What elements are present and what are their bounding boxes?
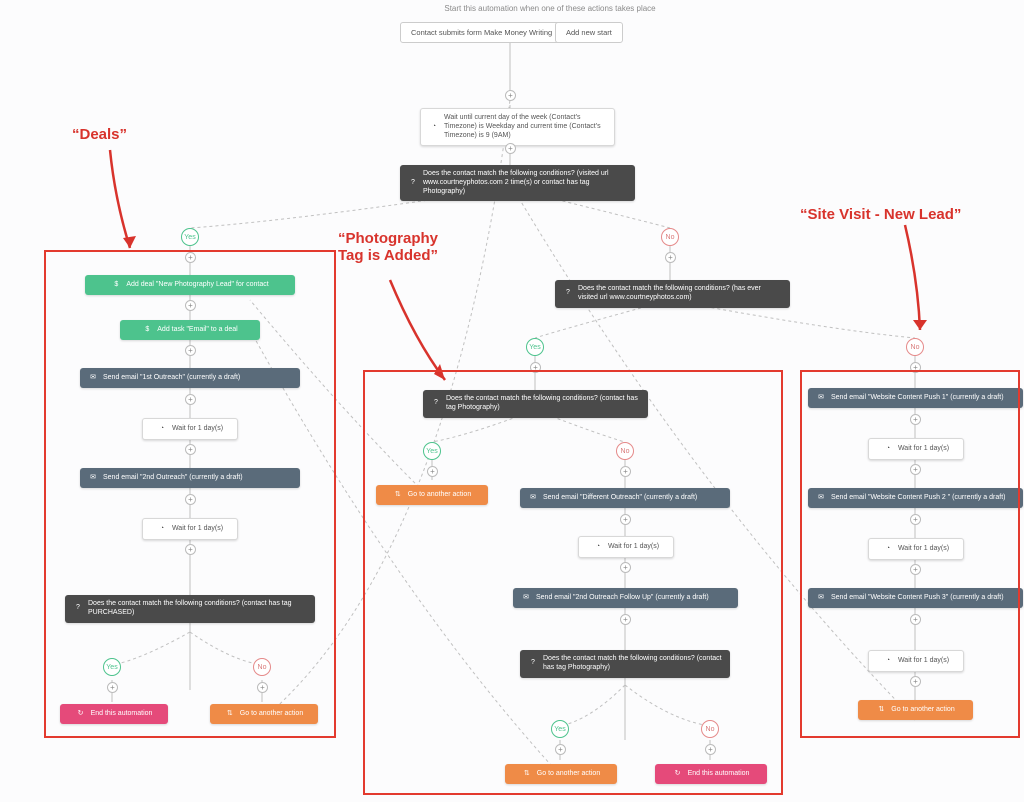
clock-icon: ◔ [429,122,439,132]
wait-weekday-node[interactable]: ◔ Wait until current day of the week (Co… [420,108,615,146]
annotation-box-deals [44,250,336,738]
annotation-box-site [800,370,1020,738]
yes-bubble: Yes [181,228,199,246]
annotation-deals: “Deals” [72,126,127,143]
wait-weekday-text: Wait until current day of the week (Cont… [444,114,606,140]
add-new-start-button[interactable]: Add new start [555,22,623,43]
condition-root-text: Does the contact match the following con… [423,170,627,196]
annotation-photo: “Photography Tag is Added” [338,230,438,264]
condition-ever-visited[interactable]: ? Does the contact match the following c… [555,280,790,308]
yes-bubble: Yes [526,338,544,356]
annotation-box-photo [363,370,783,795]
add-action-plus[interactable]: + [665,252,676,263]
no-bubble: No [661,228,679,246]
no-bubble: No [906,338,924,356]
start-prompt: Start this automation when one of these … [420,4,680,13]
annotation-site: “Site Visit - New Lead” [800,206,961,223]
start-trigger-1[interactable]: Contact submits form Make Money Writing [400,22,563,43]
question-icon: ? [563,289,573,299]
question-icon: ? [408,178,418,188]
condition-root[interactable]: ? Does the contact match the following c… [400,165,635,201]
add-action-plus[interactable]: + [505,143,516,154]
add-action-plus[interactable]: + [505,90,516,101]
